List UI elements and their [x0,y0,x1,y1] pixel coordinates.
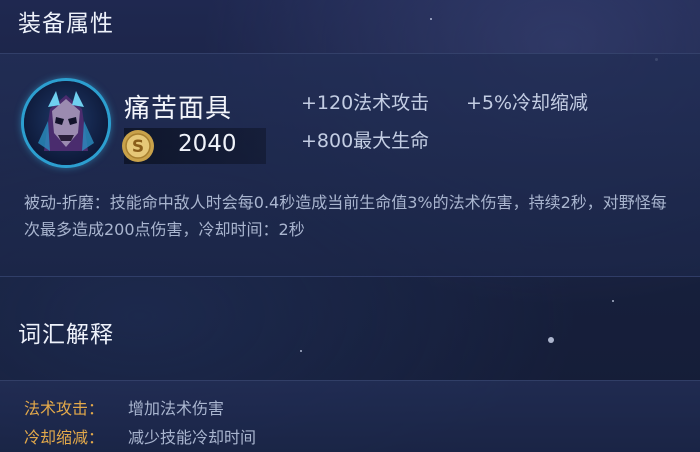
item-name: 痛苦面具 [124,94,233,124]
item-panel [0,53,700,277]
star [612,300,614,302]
item-price: 2040 [178,131,237,157]
svg-text:S: S [132,137,144,157]
gold-coin-icon: S [120,128,156,164]
glossary-definition: 增加法术伤害 [128,399,225,418]
star [548,337,554,343]
stat-cooldown-reduction: +5%冷却缩减 [466,92,589,114]
stat-max-health: +800最大生命 [301,130,430,152]
glossary-row: 冷却缩减： 减少技能冷却时间 [24,424,256,448]
star [300,350,302,352]
mask-of-agony-icon[interactable] [24,81,108,165]
glossary-title: 词汇解释 [18,322,114,348]
star [430,18,432,20]
passive-description: 被动-折磨：技能命中敌人时会每0.4秒造成当前生命值3%的法术伤害，持续2秒，对… [24,193,667,239]
glossary-term: 冷却缩减： [24,428,105,447]
glossary-definition: 减少技能冷却时间 [128,428,257,447]
stat-magic-attack: +120法术攻击 [301,92,430,114]
attributes-title: 装备属性 [18,11,114,37]
glossary-row: 法术攻击： 增加法术伤害 [24,395,224,419]
glossary-term: 法术攻击： [24,399,105,418]
